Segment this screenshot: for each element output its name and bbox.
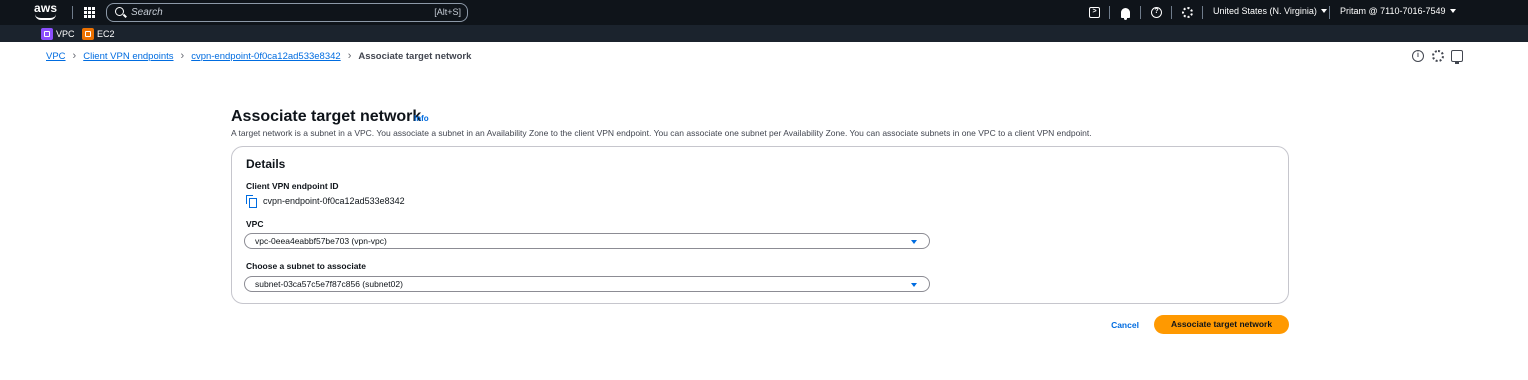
vpc-icon <box>41 27 53 40</box>
chevron-right-icon: › <box>180 50 185 62</box>
breadcrumb-endpoint[interactable]: cvpn-endpoint-0f0ca12ad533e8342 <box>191 51 341 62</box>
favorites-bar: VPC EC2 <box>0 25 1528 42</box>
chevron-right-icon: › <box>347 50 352 62</box>
info-link[interactable]: Info <box>414 114 429 123</box>
gear-icon <box>1182 7 1193 18</box>
cloudshell-button[interactable]: > <box>1087 5 1102 20</box>
info-panel-icon[interactable]: i <box>1412 50 1424 62</box>
region-label: United States (N. Virginia) <box>1213 6 1317 16</box>
search-input[interactable] <box>131 5 381 20</box>
page-description: A target network is a subnet in a VPC. Y… <box>231 128 1092 138</box>
aws-smile-icon <box>35 14 56 20</box>
vpc-select[interactable]: vpc-0eea4eabbf57be703 (vpn-vpc) <box>244 233 930 249</box>
search-box[interactable]: [Alt+S] <box>106 3 468 22</box>
divider <box>1329 6 1330 19</box>
cloudshell-icon: > <box>1089 7 1100 18</box>
help-button[interactable]: ? <box>1149 5 1164 20</box>
divider <box>1109 6 1110 19</box>
favorite-label: VPC <box>56 28 75 39</box>
associate-target-network-button[interactable]: Associate target network <box>1154 315 1289 334</box>
vpc-select-value: vpc-0eea4eabbf57be703 (vpn-vpc) <box>255 236 387 246</box>
page-title: Associate target network <box>231 108 422 125</box>
search-shortcut: [Alt+S] <box>434 7 461 17</box>
details-container: Details Client VPN endpoint ID cvpn-endp… <box>231 146 1289 304</box>
endpoint-id-label: Client VPN endpoint ID <box>246 181 339 191</box>
settings-button[interactable] <box>1180 5 1195 20</box>
details-title: Details <box>246 157 286 171</box>
caret-down-icon <box>911 240 917 244</box>
favorite-ec2[interactable]: EC2 <box>82 27 115 40</box>
feedback-icon[interactable] <box>1451 50 1463 64</box>
copy-icon[interactable] <box>246 195 257 208</box>
region-selector[interactable]: United States (N. Virginia) <box>1213 6 1327 16</box>
account-menu[interactable]: Pritam @ 7110-7016-7549 <box>1340 6 1456 16</box>
divider <box>1171 6 1172 19</box>
chevron-right-icon: › <box>72 50 77 62</box>
subnet-label: Choose a subnet to associate <box>246 261 366 271</box>
endpoint-id-row: cvpn-endpoint-0f0ca12ad533e8342 <box>246 195 405 208</box>
preferences-icon[interactable] <box>1432 50 1444 62</box>
account-label: Pritam @ 7110-7016-7549 <box>1340 6 1446 16</box>
notifications-button[interactable] <box>1118 5 1133 20</box>
favorite-vpc[interactable]: VPC <box>41 27 75 40</box>
breadcrumb-vpc[interactable]: VPC <box>46 51 66 62</box>
divider <box>1202 6 1203 19</box>
endpoint-id-value: cvpn-endpoint-0f0ca12ad533e8342 <box>263 195 405 206</box>
subnet-select[interactable]: subnet-03ca57c5e7f87c856 (subnet02) <box>244 276 930 292</box>
caret-down-icon <box>1449 9 1456 13</box>
ec2-icon <box>82 27 94 40</box>
aws-logo-text: aws <box>34 1 58 15</box>
caret-down-icon <box>911 283 917 287</box>
divider <box>1140 6 1141 19</box>
favorite-label: EC2 <box>97 28 115 39</box>
help-icon: ? <box>1151 7 1162 18</box>
subnet-select-value: subnet-03ca57c5e7f87c856 (subnet02) <box>255 279 403 289</box>
breadcrumb-current: Associate target network <box>358 50 472 62</box>
search-icon <box>115 7 124 16</box>
top-navigation: aws [Alt+S] > ? United States (N. Virgin… <box>0 0 1528 25</box>
vpc-label: VPC <box>246 219 264 229</box>
caret-down-icon <box>1320 9 1327 13</box>
breadcrumb: VPC › Client VPN endpoints › cvpn-endpoi… <box>46 49 471 63</box>
aws-logo[interactable]: aws <box>34 1 58 21</box>
services-menu-icon[interactable] <box>84 7 95 18</box>
breadcrumb-client-vpn-endpoints[interactable]: Client VPN endpoints <box>83 51 173 62</box>
bell-icon <box>1121 7 1130 20</box>
divider <box>72 6 73 19</box>
cancel-button[interactable]: Cancel <box>1105 316 1145 334</box>
